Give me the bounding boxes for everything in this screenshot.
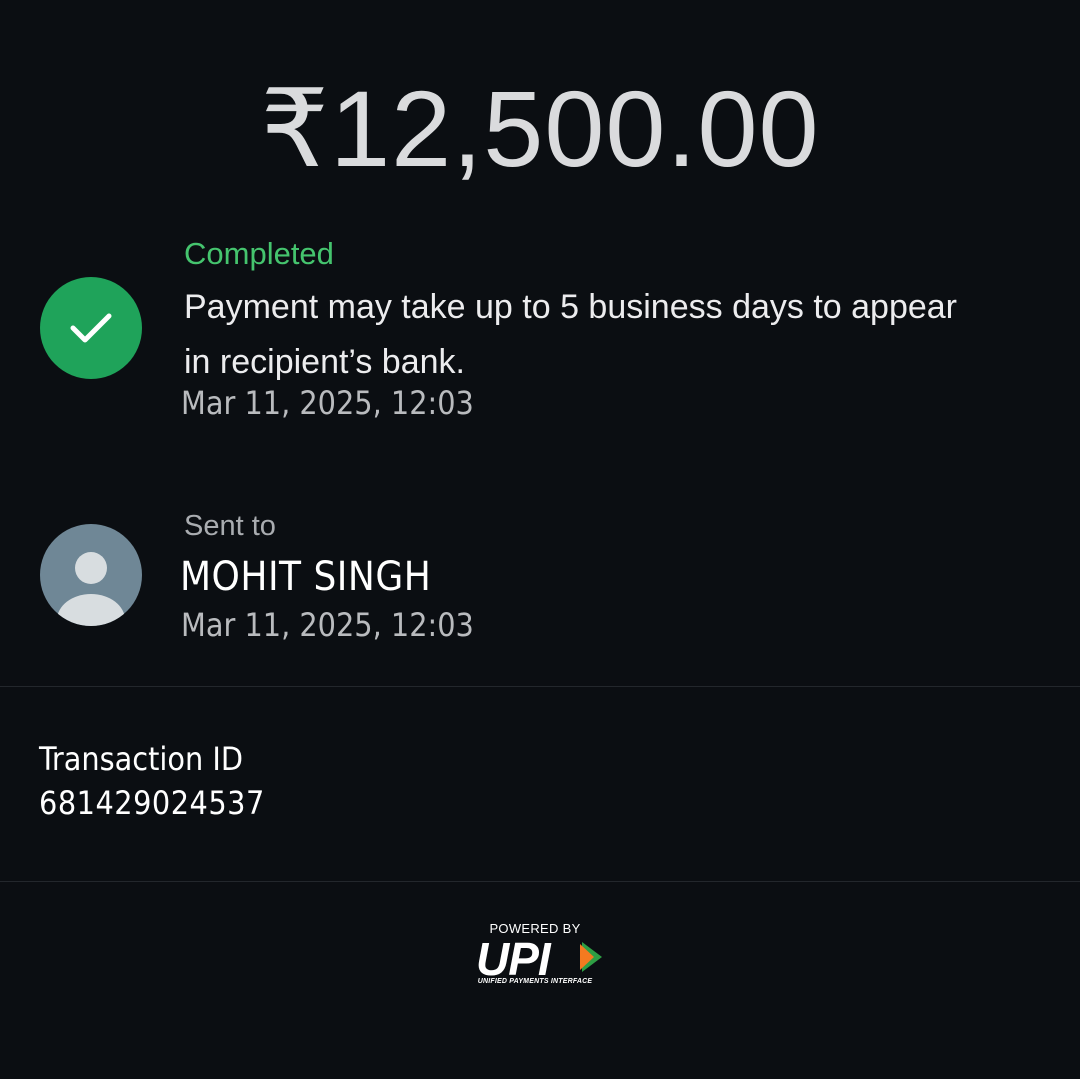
recipient-name: MOHIT SINGH xyxy=(180,554,432,600)
check-circle-icon xyxy=(40,277,142,379)
person-avatar-icon xyxy=(40,524,142,626)
transaction-id-value: 681429024537 xyxy=(39,784,265,822)
transaction-id-label: Transaction ID xyxy=(39,740,243,778)
payment-amount: ₹12,500.00 xyxy=(260,68,820,189)
upi-fullname: UNIFIED PAYMENTS INTERFACE xyxy=(477,978,593,985)
status-message: Payment may take up to 5 business days t… xyxy=(184,288,958,381)
upi-arrow-icon xyxy=(580,942,602,972)
status-timestamp: Mar 11, 2025, 12:03 xyxy=(181,384,474,422)
sent-to-label: Sent to xyxy=(184,510,276,542)
recipient-timestamp: Mar 11, 2025, 12:03 xyxy=(181,606,474,644)
status-label: Completed xyxy=(184,236,334,271)
upi-logo: POWERED BY UPI UNIFIED PAYMENTS INTERFAC… xyxy=(460,918,620,990)
divider xyxy=(0,881,1080,882)
divider xyxy=(0,686,1080,687)
